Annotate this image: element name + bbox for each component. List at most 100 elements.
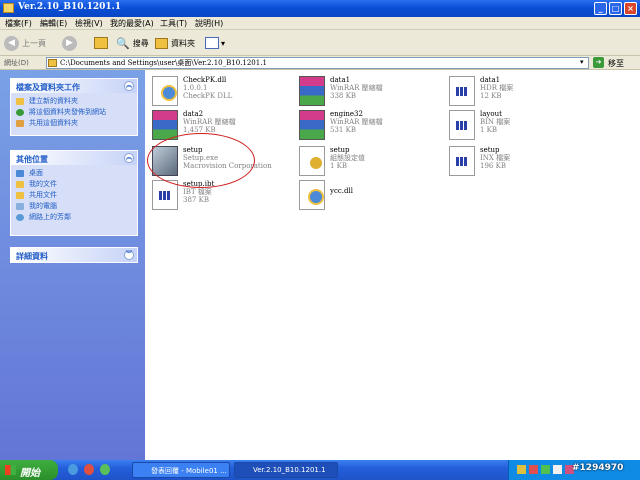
toolbar: ◀ 上一頁 ▶ 🔍 搜尋 資料夾 ▾: [0, 30, 640, 56]
highlight-circle: [147, 133, 255, 188]
task-label: 建立新的資料夾: [29, 97, 78, 105]
other-places-title: 其他位置: [16, 155, 48, 164]
menu-edit[interactable]: 編輯(E): [40, 18, 67, 29]
folders-button[interactable]: 資料夾: [155, 34, 195, 52]
publish-web-icon: [16, 109, 24, 116]
file-name: engine32: [330, 110, 363, 118]
task-publish-web[interactable]: 將這個資料夾發佈到網站: [11, 107, 137, 118]
title-bar[interactable]: Ver.2.10_B10.1201.1 _ □ ×: [0, 0, 640, 17]
file-detail: 12 KB: [480, 92, 502, 100]
place-network[interactable]: 網路上的芳鄰: [11, 212, 137, 223]
expand-icon[interactable]: ︾: [124, 250, 134, 260]
views-button[interactable]: ▾: [205, 34, 225, 52]
rar-icon: [299, 76, 325, 106]
doc-icon: [449, 110, 475, 140]
tray-icon[interactable]: [553, 465, 562, 474]
go-arrow-icon[interactable]: ➔: [593, 57, 604, 68]
file-detail: WinRAR 壓縮檔: [183, 118, 236, 126]
other-places-panel: 其他位置 ︽ 桌面 我的文件 共用文件 我的電腦 網路上的芳鄰: [10, 150, 138, 236]
file-tasks-panel: 檔案及資料夾工作 ︽ 建立新的資料夾 將這個資料夾發佈到網站 共用這個資料夾: [10, 78, 138, 136]
address-dropdown-icon[interactable]: ▾: [580, 58, 584, 66]
file-item-ycc-dll[interactable]: ycc.dll: [295, 178, 435, 212]
file-detail: HDR 檔案: [480, 84, 514, 92]
place-my-documents[interactable]: 我的文件: [11, 179, 137, 190]
ie-icon[interactable]: [68, 464, 78, 475]
window-title: Ver.2.10_B10.1201.1: [18, 2, 122, 12]
folders-icon: [155, 37, 168, 49]
taskbar: 開始 發表回覆 - Mobile01 ... Ver.2.10_B10.1201…: [0, 460, 640, 480]
start-label: 開始: [20, 468, 40, 479]
file-list: CheckPK.dll 1.0.0.1 CheckPK DLL data1 WinRA…: [145, 70, 640, 460]
menu-tools[interactable]: 工具(T): [160, 18, 187, 29]
task-label: 共用這個資料夾: [29, 119, 78, 127]
place-my-computer[interactable]: 我的電腦: [11, 201, 137, 212]
folder-icon: [48, 59, 57, 67]
go-button[interactable]: 移至: [608, 58, 624, 69]
task-pane: 檔案及資料夾工作 ︽ 建立新的資料夾 將這個資料夾發佈到網站 共用這個資料夾 其他…: [0, 70, 145, 460]
dropdown-arrow-icon: ▾: [221, 38, 226, 48]
shared-documents-icon: [16, 192, 24, 199]
file-name: setup: [330, 146, 350, 154]
desktop-icon: [16, 170, 24, 177]
address-bar: 網址(D) C:\Documents and Settings\user\桌面\…: [0, 56, 640, 70]
place-desktop[interactable]: 桌面: [11, 168, 137, 179]
file-detail: WinRAR 壓縮檔: [330, 118, 383, 126]
file-item-layout-bin[interactable]: layout BIN 檔案 1 KB: [445, 108, 585, 142]
search-label: 搜尋: [132, 38, 149, 48]
back-label: 上一頁: [22, 38, 46, 48]
collapse-icon[interactable]: ︽: [124, 81, 134, 91]
minimize-button[interactable]: _: [594, 2, 607, 15]
file-item-engine32-rar[interactable]: engine32 WinRAR 壓縮檔 531 KB: [295, 108, 435, 142]
place-shared-documents[interactable]: 共用文件: [11, 190, 137, 201]
task-label: 發表回覆 - Mobile01 ...: [151, 467, 227, 475]
messenger-icon[interactable]: [100, 464, 110, 475]
task-new-folder[interactable]: 建立新的資料夾: [11, 96, 137, 107]
address-label: 網址(D): [4, 59, 29, 67]
file-tasks-header[interactable]: 檔案及資料夾工作 ︽: [11, 79, 137, 93]
file-detail: CheckPK DLL: [183, 92, 233, 100]
tray-icon[interactable]: [541, 465, 550, 474]
menu-favorites[interactable]: 我的最愛(A): [110, 18, 154, 29]
file-item-checkpk-dll[interactable]: CheckPK.dll 1.0.0.1 CheckPK DLL: [148, 74, 288, 108]
menu-file[interactable]: 檔案(F): [5, 18, 32, 29]
task-label: 將這個資料夾發佈到網站: [29, 108, 106, 116]
forward-button[interactable]: ▶: [62, 34, 77, 52]
collapse-icon[interactable]: ︽: [124, 153, 134, 163]
address-input[interactable]: C:\Documents and Settings\user\桌面\Ver.2.…: [46, 57, 589, 69]
ini-icon: [299, 146, 325, 176]
other-places-header[interactable]: 其他位置 ︽: [11, 151, 137, 165]
menu-view[interactable]: 檢視(V): [75, 18, 103, 29]
details-header[interactable]: 詳細資料 ︾: [11, 248, 137, 262]
maximize-button[interactable]: □: [609, 2, 622, 15]
search-button[interactable]: 🔍 搜尋: [116, 34, 149, 52]
back-button[interactable]: ◀ 上一頁: [4, 34, 46, 52]
file-name: data1: [330, 76, 351, 84]
file-detail: 531 KB: [330, 126, 356, 134]
file-detail: INX 檔案: [480, 154, 511, 162]
doc-icon: [449, 76, 475, 106]
file-detail: BIN 檔案: [480, 118, 511, 126]
tray-icon[interactable]: [517, 465, 526, 474]
file-name: data2: [183, 110, 204, 118]
up-folder-icon: [94, 37, 108, 49]
doc-icon: [449, 146, 475, 176]
file-item-data1-hdr[interactable]: data1 HDR 檔案 12 KB: [445, 74, 585, 108]
file-item-setup-ini[interactable]: setup 組態設定值 1 KB: [295, 144, 435, 178]
task-share-folder[interactable]: 共用這個資料夾: [11, 118, 137, 129]
taskbar-item-browser[interactable]: 發表回覆 - Mobile01 ...: [132, 462, 230, 478]
file-detail: 196 KB: [480, 162, 506, 170]
up-folder-button[interactable]: [94, 34, 108, 52]
file-item-setup-inx[interactable]: setup INX 檔案 196 KB: [445, 144, 585, 178]
file-tasks-title: 檔案及資料夾工作: [16, 83, 80, 92]
file-name: data1: [480, 76, 501, 84]
close-button[interactable]: ×: [624, 2, 637, 15]
media-icon[interactable]: [84, 464, 94, 475]
watermark: #1294970: [572, 463, 624, 473]
file-item-data1-rar[interactable]: data1 WinRAR 壓縮檔 338 KB: [295, 74, 435, 108]
start-button[interactable]: 開始: [0, 460, 58, 480]
place-label: 共用文件: [29, 191, 57, 199]
menu-help[interactable]: 說明(H): [195, 18, 223, 29]
dll-icon: [299, 180, 325, 210]
taskbar-item-explorer[interactable]: Ver.2.10_B10.1201.1: [234, 462, 338, 478]
tray-icon[interactable]: [529, 465, 538, 474]
